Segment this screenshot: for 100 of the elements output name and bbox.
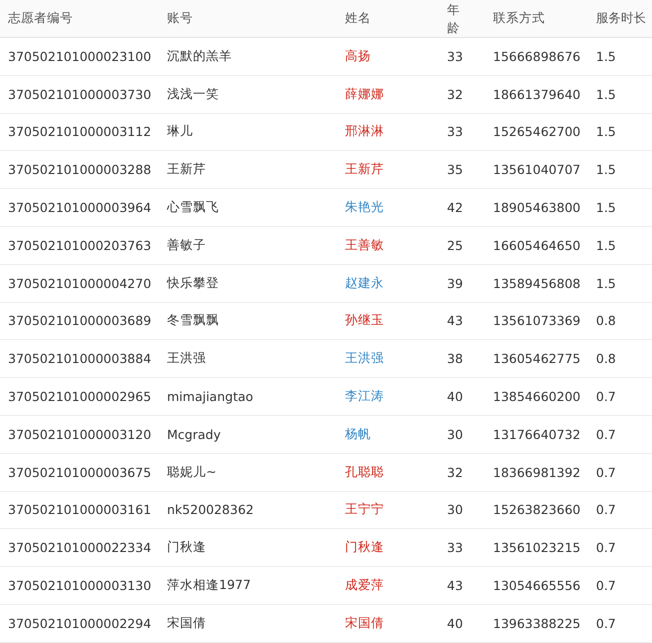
name-link[interactable]: 杨帆 <box>345 426 371 443</box>
table-cell: 18905463800 <box>493 200 580 216</box>
table-cell: 聪妮儿~ <box>167 464 216 481</box>
table-cell: 370502101000004270 <box>8 276 152 291</box>
table-cell: 0.8 <box>596 313 616 328</box>
table-cell: 1.5 <box>596 124 616 140</box>
table-cell: 39 <box>447 276 463 291</box>
table-cell: 0.7 <box>596 464 616 480</box>
column-header: 联系方式 <box>493 10 545 27</box>
table-cell: 25 <box>447 238 463 253</box>
name-link[interactable]: 门秋逢 <box>345 539 384 556</box>
table-cell: 13963388225 <box>493 616 580 631</box>
table-cell: 43 <box>447 578 463 594</box>
name-link[interactable]: 成爱萍 <box>345 577 384 594</box>
table-cell: 0.7 <box>596 426 616 442</box>
table-cell: 13589456808 <box>493 276 580 291</box>
table-cell: 15263823660 <box>493 502 580 518</box>
table-cell: 32 <box>447 464 463 480</box>
column-header: 账号 <box>167 10 193 27</box>
table-cell: 40 <box>447 389 463 404</box>
table-cell: 王新芹 <box>167 161 206 178</box>
table-cell: 沉默的羔羊 <box>167 48 232 65</box>
table-cell: 0.7 <box>596 578 616 594</box>
table-cell: 370502101000002294 <box>8 616 152 631</box>
table-cell: mimajiangtao <box>167 389 254 404</box>
table-cell: 0.8 <box>596 351 616 366</box>
table-cell: 心雪飘飞 <box>167 199 219 216</box>
table-cell: 370502101000003130 <box>8 578 152 594</box>
table-cell: 1.5 <box>596 276 616 291</box>
name-link[interactable]: 宋国倩 <box>345 614 384 632</box>
table-cell: 370502101000022334 <box>8 540 152 556</box>
table-cell: 33 <box>447 48 463 64</box>
name-link[interactable]: 赵建永 <box>345 274 384 292</box>
name-link[interactable]: 邢淋淋 <box>345 123 384 140</box>
name-link[interactable]: 王洪强 <box>345 350 384 368</box>
table-cell: 宋国倩 <box>167 614 206 632</box>
table-cell: 1.5 <box>596 162 616 178</box>
name-link[interactable]: 王善敏 <box>345 236 384 254</box>
table-cell: 琳儿 <box>167 123 193 140</box>
table-cell: 35 <box>447 162 463 178</box>
column-header: 姓名 <box>345 10 371 27</box>
column-header: 志愿者编号 <box>8 10 73 27</box>
name-link[interactable]: 高扬 <box>345 48 371 65</box>
name-link[interactable]: 朱艳光 <box>345 199 384 216</box>
table-cell: 13605462775 <box>493 351 580 366</box>
table-cell: 32 <box>447 86 463 102</box>
table-cell: 370502101000003288 <box>8 162 152 178</box>
table-cell: 1.5 <box>596 200 616 216</box>
table-cell: 13561073369 <box>493 313 580 328</box>
table-cell: 0.7 <box>596 540 616 556</box>
table-cell: 370502101000003675 <box>8 464 152 480</box>
table-cell: 370502101000003730 <box>8 86 152 102</box>
table-cell: 13561040707 <box>493 162 580 178</box>
table-cell: 370502101000023100 <box>8 48 152 64</box>
column-header: 年龄 <box>447 1 460 36</box>
table-cell: 快乐攀登 <box>167 274 219 292</box>
table-cell: 18366981392 <box>493 464 580 480</box>
table-cell: 38 <box>447 351 463 366</box>
table-cell: 0.7 <box>596 616 616 631</box>
table-cell: 16605464650 <box>493 238 580 253</box>
table-cell: 浅浅一笑 <box>167 86 219 103</box>
table-cell: 370502101000003161 <box>8 502 152 518</box>
table-cell: 370502101000003964 <box>8 200 152 216</box>
table-cell: 1.5 <box>596 86 616 102</box>
table-cell: 门秋逢 <box>167 539 206 556</box>
table-cell: 33 <box>447 124 463 140</box>
name-link[interactable]: 薛娜娜 <box>345 86 384 103</box>
table-cell: 善敏子 <box>167 236 206 254</box>
table-cell: 王洪强 <box>167 350 206 368</box>
table-cell: 冬雪飘飘 <box>167 312 219 330</box>
table-cell: 30 <box>447 502 463 518</box>
table-cell: 萍水相逢1977 <box>167 577 251 594</box>
table-cell: 1.5 <box>596 238 616 253</box>
column-header: 服务时长 <box>596 10 646 27</box>
table-cell: 15265462700 <box>493 124 580 140</box>
table-cell: 370502101000003112 <box>8 124 152 140</box>
name-link[interactable]: 李江涛 <box>345 388 384 406</box>
table-cell: 370502101000203763 <box>8 238 152 253</box>
table-cell: 13854660200 <box>493 389 580 404</box>
table-cell: 18661379640 <box>493 86 580 102</box>
table-cell: Mcgrady <box>167 426 221 442</box>
name-link[interactable]: 孔聪聪 <box>345 464 384 481</box>
table-cell: 1.5 <box>596 48 616 64</box>
table-cell: 13561023215 <box>493 540 580 556</box>
table-cell: 13176640732 <box>493 426 580 442</box>
table-cell: 43 <box>447 313 463 328</box>
table-cell: 42 <box>447 200 463 216</box>
table-cell: 0.7 <box>596 502 616 518</box>
table-cell: 15666898676 <box>493 48 580 64</box>
table-cell: 0.7 <box>596 389 616 404</box>
table-cell: nk520028362 <box>167 502 254 518</box>
table-cell: 370502101000003120 <box>8 426 152 442</box>
name-link[interactable]: 王宁宁 <box>345 501 384 518</box>
name-link[interactable]: 王新芹 <box>345 161 384 178</box>
name-link[interactable]: 孙继玉 <box>345 312 384 330</box>
table-cell: 370502101000003884 <box>8 351 152 366</box>
table-cell: 13054665556 <box>493 578 580 594</box>
table-cell: 370502101000002965 <box>8 389 152 404</box>
table-cell: 370502101000003689 <box>8 313 152 328</box>
table-cell: 40 <box>447 616 463 631</box>
